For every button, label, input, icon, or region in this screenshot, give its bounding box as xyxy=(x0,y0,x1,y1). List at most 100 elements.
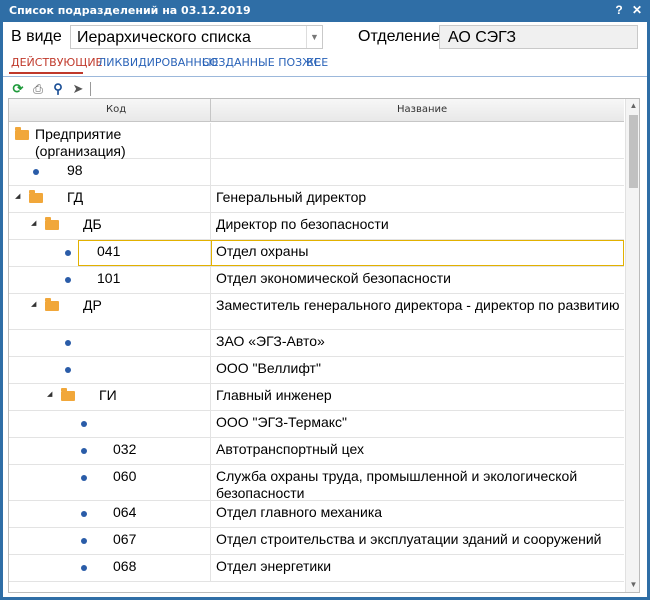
bullet-icon xyxy=(33,169,39,175)
row-code: 98 xyxy=(67,162,83,178)
table-row[interactable]: 032 Автотранспортный цех xyxy=(9,438,624,465)
row-name: Заместитель генерального директора - дир… xyxy=(216,297,620,313)
row-name xyxy=(211,159,624,185)
title-bar: Список подразделений на 03.12.2019 ? ✕ xyxy=(0,0,650,22)
row-code: 101 xyxy=(97,270,121,286)
bullet-icon xyxy=(65,340,71,346)
row-name: Отдел строительства и эксплуатации здани… xyxy=(216,531,602,547)
table-row[interactable]: ◢ ГД Генеральный директор xyxy=(9,186,624,213)
grid-rows: Предприятие (организация) 98 ◢ ГД Генера… xyxy=(9,123,624,582)
table-row[interactable]: Предприятие (организация) xyxy=(9,123,624,159)
tab-active[interactable]: ДЕЙСТВУЮЩИЕ xyxy=(11,56,103,69)
column-divider[interactable] xyxy=(210,99,211,122)
bullet-icon xyxy=(81,475,87,481)
folder-icon xyxy=(61,388,75,401)
row-name: Отдел энергетики xyxy=(216,558,332,574)
table-row[interactable]: 98 xyxy=(9,159,624,186)
cursor-icon[interactable]: ➤ xyxy=(69,80,87,98)
table-row[interactable]: ЗАО «ЭГЗ-Авто» xyxy=(9,330,624,357)
table-row[interactable]: ООО "Веллифт" xyxy=(9,357,624,384)
expand-toggle-icon[interactable]: ◢ xyxy=(47,390,52,398)
table-row-selected[interactable]: 041 Отдел охраны xyxy=(9,240,624,267)
row-code: ГИ xyxy=(99,387,117,403)
tab-all[interactable]: ВСЕ xyxy=(306,56,328,69)
filter-row: В виде Иерархического списка ▼ Отделение… xyxy=(3,22,647,52)
bullet-icon xyxy=(81,538,87,544)
row-name: Директор по безопасности xyxy=(216,216,389,232)
row-code: Предприятие (организация) xyxy=(35,126,126,159)
close-button[interactable]: ✕ xyxy=(628,2,646,18)
row-name: ООО "Веллифт" xyxy=(216,360,321,376)
vertical-scrollbar[interactable]: ▲ ▼ xyxy=(625,99,639,592)
department-label: Отделение xyxy=(358,28,440,45)
window: Список подразделений на 03.12.2019 ? ✕ В… xyxy=(0,0,650,600)
window-content: В виде Иерархического списка ▼ Отделение… xyxy=(3,22,647,597)
folder-icon xyxy=(15,127,29,140)
expand-toggle-icon[interactable]: ◢ xyxy=(15,192,20,200)
status-tabs: ДЕЙСТВУЮЩИЕ ЛИКВИДИРОВАННЫЕ СОЗДАННЫЕ ПО… xyxy=(3,54,647,78)
row-code: 067 xyxy=(113,531,137,547)
chevron-down-icon[interactable]: ▼ xyxy=(306,26,322,48)
folder-icon xyxy=(45,217,59,230)
departments-grid: Код Название Предприятие (организация) 9… xyxy=(8,98,640,593)
row-name xyxy=(211,123,624,158)
row-name: Главный инженер xyxy=(216,387,332,403)
row-code: 068 xyxy=(113,558,137,574)
help-button[interactable]: ? xyxy=(610,2,628,18)
column-header-code[interactable]: Код xyxy=(106,104,126,115)
table-row[interactable]: 068 Отдел энергетики xyxy=(9,555,624,582)
row-name: Отдел экономической безопасности xyxy=(216,270,451,286)
bullet-icon xyxy=(81,565,87,571)
expand-toggle-icon[interactable]: ◢ xyxy=(31,300,36,308)
tab-created-later[interactable]: СОЗДАННЫЕ ПОЗЖЕ xyxy=(202,56,321,69)
row-name: Автотранспортный цех xyxy=(216,441,365,457)
folder-icon xyxy=(29,190,43,203)
row-name: ООО "ЭГЗ-Термакс" xyxy=(216,414,347,430)
view-select-value: Иерархического списка xyxy=(77,29,251,46)
row-code: 064 xyxy=(113,504,137,520)
view-label: В виде xyxy=(11,28,62,45)
scroll-down-icon[interactable]: ▼ xyxy=(626,578,639,592)
refresh-icon[interactable]: ⟳ xyxy=(9,80,27,98)
table-row[interactable]: ◢ ДР Заместитель генерального директора … xyxy=(9,294,624,330)
bullet-icon xyxy=(65,250,71,256)
folder-icon xyxy=(45,298,59,311)
expand-toggle-icon[interactable]: ◢ xyxy=(31,219,36,227)
bullet-icon xyxy=(65,367,71,373)
department-value: АО СЭГЗ xyxy=(448,29,517,46)
table-row[interactable]: ◢ ДБ Директор по безопасности xyxy=(9,213,624,240)
bullet-icon xyxy=(81,448,87,454)
row-code: ГД xyxy=(67,189,84,205)
tabs-divider xyxy=(3,76,647,77)
search-icon[interactable]: ⚲ xyxy=(49,80,67,98)
scrollbar-thumb[interactable] xyxy=(629,115,638,188)
row-code: 032 xyxy=(113,441,137,457)
row-name: Служба охраны труда, промышленной и экол… xyxy=(216,468,578,501)
table-row[interactable]: ООО "ЭГЗ-Термакс" xyxy=(9,411,624,438)
grid-header: Код Название xyxy=(9,99,624,122)
column-header-name[interactable]: Название xyxy=(397,104,447,115)
row-name: ЗАО «ЭГЗ-Авто» xyxy=(216,333,325,349)
row-name: Отдел главного механика xyxy=(216,504,383,520)
row-code: ДР xyxy=(83,297,102,313)
toolbar-separator xyxy=(90,82,91,96)
table-row[interactable]: 064 Отдел главного механика xyxy=(9,501,624,528)
table-row[interactable]: ◢ ГИ Главный инженер xyxy=(9,384,624,411)
bullet-icon xyxy=(81,511,87,517)
tab-liquidated[interactable]: ЛИКВИДИРОВАННЫЕ xyxy=(98,56,218,69)
row-name: Отдел охраны xyxy=(211,240,624,266)
table-row[interactable]: 060 Служба охраны труда, промышленной и … xyxy=(9,465,624,501)
bullet-icon xyxy=(65,277,71,283)
department-field: АО СЭГЗ xyxy=(439,25,638,49)
row-code: ДБ xyxy=(83,216,102,232)
view-select[interactable]: Иерархического списка ▼ xyxy=(70,25,323,49)
table-row[interactable]: 067 Отдел строительства и эксплуатации з… xyxy=(9,528,624,555)
table-row[interactable]: 101 Отдел экономической безопасности xyxy=(9,267,624,294)
scroll-up-icon[interactable]: ▲ xyxy=(626,99,639,113)
print-icon[interactable]: ⎙ xyxy=(29,80,47,98)
active-tab-indicator xyxy=(9,72,83,74)
row-code: 041 xyxy=(97,243,121,259)
row-name: Генеральный директор xyxy=(216,189,367,205)
row-code: 060 xyxy=(113,468,137,484)
window-title: Список подразделений на 03.12.2019 xyxy=(9,4,251,17)
